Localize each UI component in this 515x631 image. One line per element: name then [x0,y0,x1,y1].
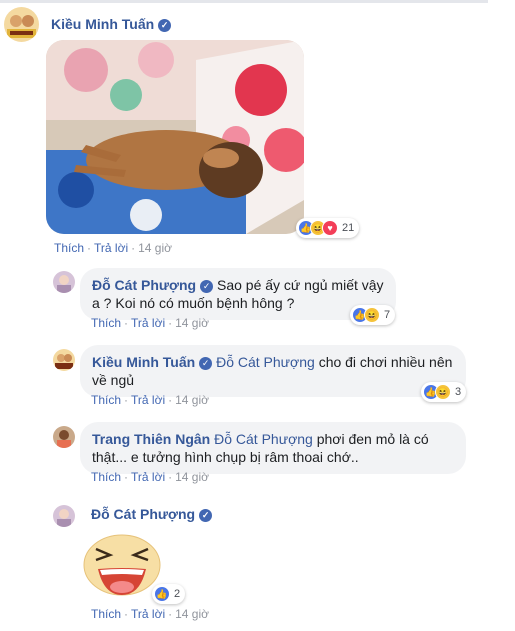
avatar[interactable] [4,7,39,42]
verified-badge-icon: ✓ [199,509,213,522]
reply-link[interactable]: Trả lời [131,393,165,407]
avatar[interactable] [53,271,75,293]
like-link[interactable]: Thích [91,607,121,621]
comment-bubble: Đỗ Cát Phượng ✓ Sao pé ấy cứ ngủ miết vậy… [80,268,396,320]
comment-actions: Thích · Trả lời · 14 giờ [91,316,209,330]
haha-icon: 😆 [435,384,451,400]
reaction-summary[interactable]: 👍 2 [152,584,186,604]
separator-dot: · [168,316,173,330]
avatar[interactable] [53,426,75,448]
verified-badge-icon: ✓ [200,280,214,293]
avatar[interactable] [53,349,75,371]
separator-dot: · [168,607,173,621]
comment-bubble: Trang Thiên Ngân Đỗ Cát Phượng phơi đen … [80,422,466,474]
like-icon: 👍 [154,586,170,602]
reply-link[interactable]: Trả lời [131,470,165,484]
reaction-summary[interactable]: 👍 😆 3 [421,382,467,402]
post-author-name[interactable]: Kiều Minh Tuấn ✓ [51,16,172,32]
author-label[interactable]: Đỗ Cát Phượng [91,506,195,522]
separator-dot: · [124,470,129,484]
separator-dot: · [124,393,129,407]
love-icon: ♥ [322,220,338,236]
comment-actions: Thích · Trả lời · 14 giờ [91,607,209,621]
reply-link[interactable]: Trả lời [131,316,165,330]
laughing-sticker[interactable] [82,533,162,597]
reply-link[interactable]: Trả lời [131,607,165,621]
post-photo[interactable] [46,40,304,234]
comment-author[interactable]: Kiều Minh Tuấn [92,354,195,370]
reaction-count: 21 [342,222,355,234]
verified-badge-icon: ✓ [158,19,172,32]
verified-badge-icon: ✓ [199,357,213,370]
reaction-summary[interactable]: 👍 😆 ♥ 21 [296,218,360,238]
comment-author[interactable]: Đỗ Cát Phượng [92,277,196,293]
post-actions: Thích · Trả lời · 14 giờ [54,241,172,255]
avatar[interactable] [53,505,75,527]
comment-bubble: Kiều Minh Tuấn ✓ Đỗ Cát Phượng cho đi chơ… [80,345,466,397]
timestamp[interactable]: 14 giờ [138,241,172,255]
author-label[interactable]: Kiều Minh Tuấn [51,16,154,32]
separator-dot: · [131,241,136,255]
reaction-count: 3 [455,386,462,398]
haha-icon: 😆 [364,307,380,323]
like-link[interactable]: Thích [54,241,84,255]
comment-actions: Thích · Trả lời · 14 giờ [91,470,209,484]
reply-link[interactable]: Trả lời [94,241,128,255]
comment-author-name[interactable]: Đỗ Cát Phượng ✓ [91,506,213,522]
timestamp[interactable]: 14 giờ [175,393,209,407]
mention-link[interactable]: Đỗ Cát Phượng [214,431,313,447]
separator-dot: · [124,316,129,330]
like-link[interactable]: Thích [91,470,121,484]
like-link[interactable]: Thích [91,316,121,330]
separator-dot: · [87,241,92,255]
separator-dot: · [168,470,173,484]
reaction-summary[interactable]: 👍 😆 7 [350,305,396,325]
timestamp[interactable]: 14 giờ [175,607,209,621]
separator-dot: · [124,607,129,621]
comment-author[interactable]: Trang Thiên Ngân [92,431,210,447]
timestamp[interactable]: 14 giờ [175,470,209,484]
comment-actions: Thích · Trả lời · 14 giờ [91,393,209,407]
reaction-count: 2 [174,588,181,600]
separator-dot: · [168,393,173,407]
timestamp[interactable]: 14 giờ [175,316,209,330]
top-divider [0,0,488,3]
mention-link[interactable]: Đỗ Cát Phượng [216,354,315,370]
like-link[interactable]: Thích [91,393,121,407]
reaction-count: 7 [384,309,391,321]
